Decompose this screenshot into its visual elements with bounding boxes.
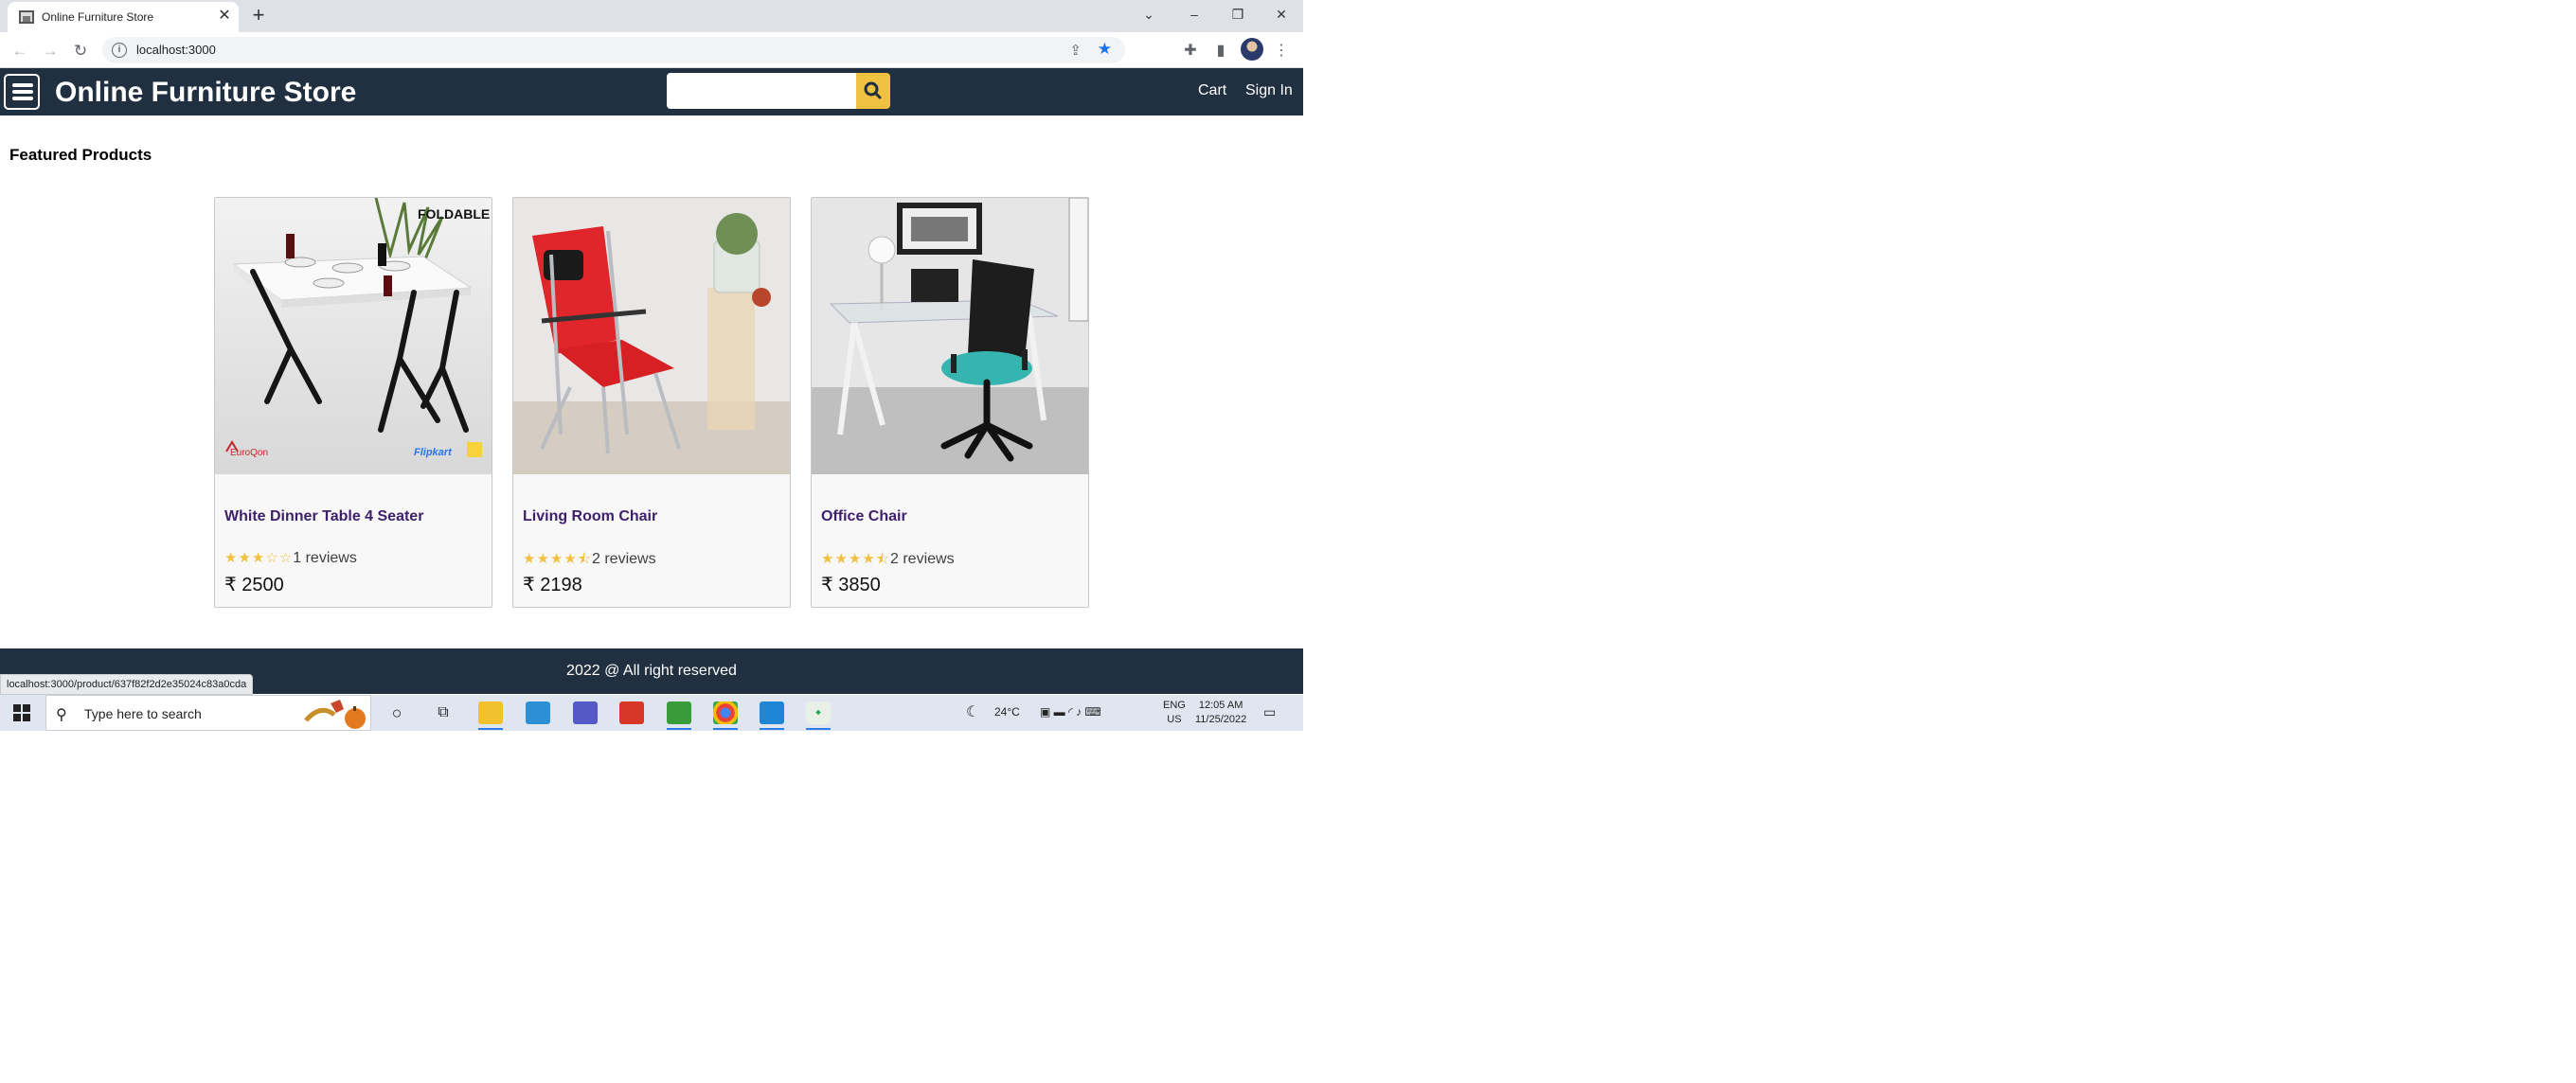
favicon-icon xyxy=(19,10,34,24)
product-rating: ★★★★⯪2 reviews xyxy=(821,549,955,573)
browser-toolbar: ← → ↻ i localhost:3000 ⇪ ★ ✚ ▮ ⋮ xyxy=(0,32,1303,68)
product-price: ₹ 2198 xyxy=(523,575,582,595)
tab-close-icon[interactable]: ✕ xyxy=(216,8,233,25)
signin-link[interactable]: Sign In xyxy=(1245,82,1293,99)
clock-time: 12:05 AM xyxy=(1198,700,1243,711)
address-url[interactable]: localhost:3000 xyxy=(136,43,216,57)
brand-logo-text: EuroQon xyxy=(230,448,268,458)
bookmark-star-icon[interactable]: ★ xyxy=(1098,40,1112,59)
hamburger-menu-icon[interactable] xyxy=(4,74,40,110)
product-card: Office Chair ★★★★⯪2 reviews ₹ 3850 xyxy=(811,197,1089,608)
browser-tab[interactable]: Online Furniture Store ✕ xyxy=(8,2,239,32)
product-rating: ★★★☆☆1 reviews xyxy=(224,549,357,567)
product-image[interactable] xyxy=(513,198,790,474)
autumn-leaves-icon xyxy=(304,700,366,729)
side-panel-icon[interactable]: ▮ xyxy=(1210,41,1231,62)
office-icon[interactable] xyxy=(619,701,644,724)
reviews-count: 2 reviews xyxy=(890,551,955,567)
search-form xyxy=(667,73,890,109)
product-card: Living Room Chair ★★★★⯪2 reviews ₹ 2198 xyxy=(512,197,791,608)
search-input[interactable] xyxy=(667,73,856,109)
menu-kebab-icon[interactable]: ⋮ xyxy=(1271,41,1292,62)
language-indicator[interactable]: ENG US xyxy=(1163,699,1186,727)
product-price: ₹ 2500 xyxy=(224,575,284,595)
lang-code: ENG xyxy=(1163,700,1186,711)
cortana-icon[interactable]: ○ xyxy=(385,701,409,724)
weather-temp[interactable]: 24°C xyxy=(994,705,1020,719)
app-icon-green[interactable] xyxy=(667,701,691,730)
browser-tabstrip: Online Furniture Store ✕ + ⌄ – ❐ ✕ xyxy=(0,0,1303,32)
profile-avatar[interactable] xyxy=(1241,38,1263,61)
search-icon: ⚲ xyxy=(56,707,67,723)
store-logo-text: Flipkart xyxy=(414,447,453,458)
address-bar[interactable]: i localhost:3000 ⇪ ★ xyxy=(102,37,1125,63)
reload-icon[interactable]: ↻ xyxy=(70,41,91,62)
reviews-count: 1 reviews xyxy=(293,550,357,566)
taskbar-search-placeholder: Type here to search xyxy=(84,706,202,721)
close-window-button[interactable]: ✕ xyxy=(1269,4,1294,25)
extensions-icon[interactable]: ✚ xyxy=(1180,41,1201,62)
product-name[interactable]: Living Room Chair xyxy=(523,508,657,525)
mongodb-icon[interactable]: ⬩ xyxy=(806,701,831,730)
vscode-icon[interactable] xyxy=(760,701,784,730)
forward-icon[interactable]: → xyxy=(40,41,61,62)
taskbar-search-box[interactable]: ⚲ Type here to search xyxy=(45,695,371,731)
product-card: FOLDABLE EuroQon Flipkart White Dinner T… xyxy=(214,197,492,608)
new-tab-button[interactable]: + xyxy=(248,5,269,26)
link-status-bubble: localhost:3000/product/637f82f2d2e35024c… xyxy=(0,674,254,695)
task-view-icon[interactable]: ⧉ xyxy=(431,701,456,724)
tray-icons[interactable]: ▣ ▬ ◜ ♪ ⌨ xyxy=(1040,705,1101,719)
restore-button[interactable]: ❐ xyxy=(1225,4,1250,25)
product-price: ₹ 3850 xyxy=(821,575,881,595)
file-explorer-icon[interactable] xyxy=(478,701,503,730)
share-icon[interactable]: ⇪ xyxy=(1069,42,1082,59)
foldable-badge: FOLDABLE xyxy=(418,206,490,222)
minimize-button[interactable]: – xyxy=(1182,4,1207,25)
region-code: US xyxy=(1167,714,1182,725)
weather-moon-icon[interactable]: ☾ xyxy=(966,702,979,721)
rating-stars-icon: ★★★☆☆ xyxy=(224,550,294,566)
notifications-icon[interactable]: ▭ xyxy=(1263,704,1276,720)
product-image[interactable] xyxy=(812,198,1088,474)
back-icon[interactable]: ← xyxy=(9,41,30,62)
tab-title: Online Furniture Store xyxy=(42,10,154,24)
rating-stars-icon: ★★★★⯪ xyxy=(821,551,890,567)
app-icon-blue[interactable] xyxy=(526,701,550,724)
reviews-count: 2 reviews xyxy=(592,551,656,567)
product-name[interactable]: White Dinner Table 4 Seater xyxy=(224,508,423,525)
tab-search-icon[interactable]: ⌄ xyxy=(1136,4,1161,25)
search-button[interactable] xyxy=(856,73,890,109)
chrome-icon[interactable] xyxy=(713,701,738,730)
rating-stars-icon: ★★★★⯪ xyxy=(523,551,592,567)
product-name[interactable]: Office Chair xyxy=(821,508,907,525)
clock-date: 11/25/2022 xyxy=(1195,714,1247,725)
featured-products-heading: Featured Products xyxy=(9,146,152,164)
search-icon xyxy=(864,81,882,99)
teams-icon[interactable] xyxy=(573,701,598,724)
product-image[interactable]: FOLDABLE EuroQon Flipkart xyxy=(215,198,492,474)
site-navbar: Online Furniture Store Cart Sign In xyxy=(0,68,1303,115)
windows-start-icon[interactable] xyxy=(13,704,30,721)
product-rating: ★★★★⯪2 reviews xyxy=(523,549,656,573)
taskbar-clock[interactable]: 12:05 AM 11/25/2022 xyxy=(1195,699,1246,727)
cart-link[interactable]: Cart xyxy=(1198,82,1226,99)
site-brand[interactable]: Online Furniture Store xyxy=(55,77,356,109)
windows-taskbar: ⚲ Type here to search ○ ⧉ ⬩ ☾ 24°C ▣ ▬ ◜… xyxy=(0,695,1303,731)
site-info-icon[interactable]: i xyxy=(112,43,127,58)
